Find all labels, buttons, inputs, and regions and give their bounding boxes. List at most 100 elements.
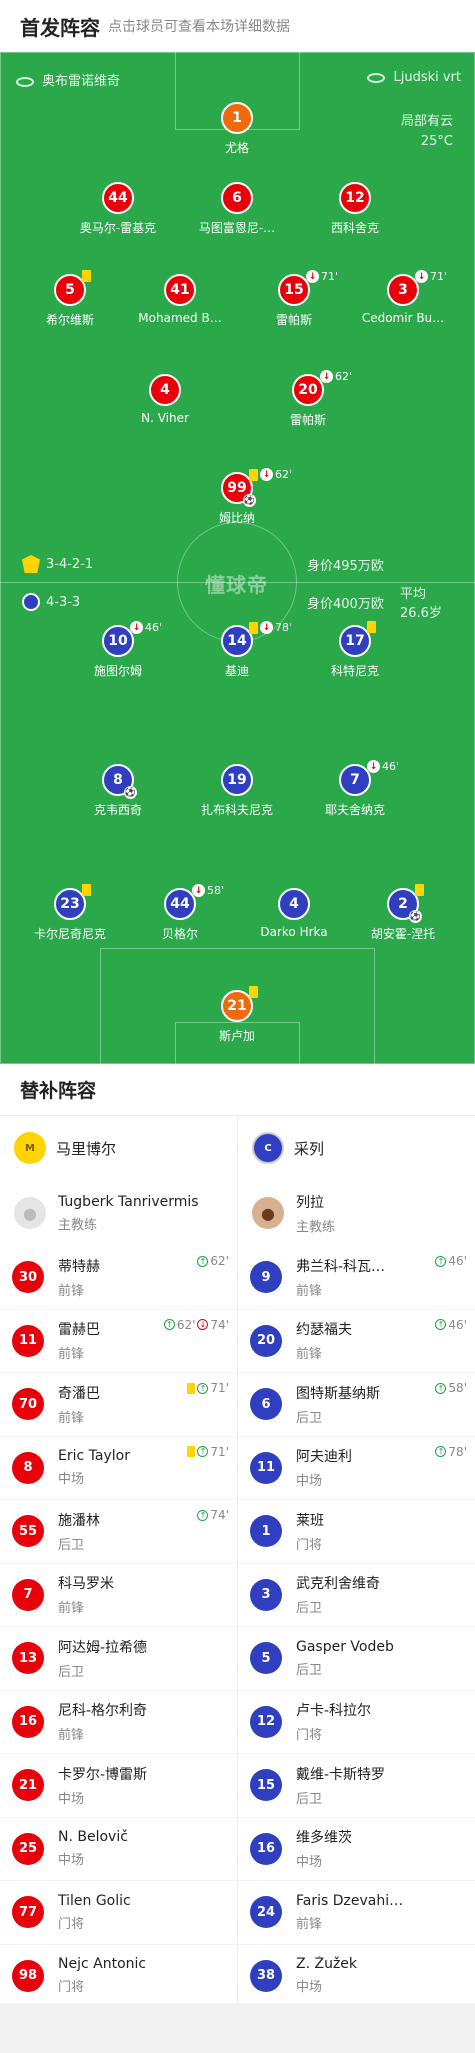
home-sub-row[interactable]: 16 尼科-格尔利奇 前锋 (0, 1691, 237, 1754)
sub-info: 武克利舍维奇 后卫 (296, 1573, 380, 1616)
away-player[interactable]: 17 科特尼克 (295, 621, 415, 679)
player-events: ↓ 58' (192, 884, 224, 897)
sub-out-minute: 74' (210, 1317, 229, 1332)
home-player[interactable]: 15 ↓ 71' 雷帕斯 (234, 270, 354, 328)
player-name: 雷帕斯 (275, 313, 312, 327)
away-sub-row[interactable]: 16 维多维茨 中场 (238, 1818, 475, 1881)
player-events: ↓ 71' (306, 270, 338, 283)
away-sub-row[interactable]: 20 约瑟福夫 前锋 ↑ 46' (238, 1310, 475, 1373)
home-player[interactable]: 41 Mohamed B… (120, 274, 240, 325)
player-name: 科特尼克 (330, 664, 379, 678)
away-coach-name: 列拉 (296, 1194, 324, 1211)
home-sub-row[interactable]: 70 奇潘巴 前锋 ↑ 71' (0, 1373, 237, 1437)
away-player[interactable]: 10 ↓ 46' 施图尔姆 (58, 621, 178, 679)
away-sub-row[interactable]: 15 戴维-卡斯特罗 后卫 (238, 1754, 475, 1818)
away-player[interactable]: 8 ⚽ 克韦西奇 (58, 764, 178, 818)
home-player[interactable]: 4 N. Viher (105, 374, 225, 425)
sub-name: 维多维茨 (296, 1830, 352, 1847)
away-sub-row[interactable]: 1 莱班 门将 (238, 1500, 475, 1564)
home-sub-row[interactable]: 77 Tilen Golic 门将 (0, 1881, 237, 1945)
home-crest-icon (22, 555, 40, 573)
home-sub-row[interactable]: 8 Eric Taylor 中场 ↑ 71' (0, 1437, 237, 1500)
player-number-badge: 5 (54, 270, 91, 306)
home-sub-row[interactable]: 11 雷赫巴 前锋 ↑ 62' ↓ 74' (0, 1310, 237, 1373)
home-sub-row[interactable]: 98 Nejc Antonic 门将 (0, 1945, 237, 2008)
home-player[interactable]: 6 马图富恩尼-… (177, 182, 297, 236)
sub-number-badge: 98 (12, 1959, 44, 1992)
away-sub-row[interactable]: 12 卢卡-科拉尔 门将 (238, 1691, 475, 1754)
home-player[interactable]: 5 希尔维斯 (10, 270, 130, 328)
home-player[interactable]: 3 ↓ 71' Cedomir Bu… (343, 270, 463, 325)
away-sub-row[interactable]: 9 弗兰科-科瓦… 前锋 ↑ 46' (238, 1246, 475, 1310)
sub-info: 莱班 门将 (296, 1510, 324, 1553)
player-number: 3 (398, 282, 408, 298)
away-sub-row[interactable]: 38 Z. Žužek 中场 (238, 1945, 475, 2008)
home-player[interactable]: 44 奥马尔-雷基克 (58, 182, 178, 236)
away-sub-row[interactable]: 6 图特斯基纳斯 后卫 ↑ 58' (238, 1373, 475, 1437)
player-number-badge: 2 ⚽ (387, 884, 424, 923)
lineup-header: 首发阵容 点击球员可查看本场详细数据 (0, 0, 475, 52)
goal-ball-icon: ⚽ (409, 910, 422, 923)
sub-events: ↑ 71' (187, 1445, 229, 1459)
sub-in-icon: ↑ (197, 1382, 209, 1394)
home-player[interactable]: 12 西科舍克 (295, 182, 415, 236)
player-name: 姆比纳 (218, 511, 255, 525)
away-player[interactable]: 4 Darko Hrka (234, 888, 354, 939)
sub-out-icon: ↓ (197, 1319, 209, 1330)
home-subs-team[interactable]: M 马里博尔 (0, 1116, 237, 1180)
home-sub-row[interactable]: 7 科马罗米 前锋 (0, 1564, 237, 1627)
player-name: Mohamed B… (138, 311, 222, 325)
player-number: 19 (227, 772, 247, 788)
away-player[interactable]: 44 ↓ 58' 贝格尔 (120, 884, 240, 942)
player-events: ↓ 71' (415, 270, 447, 283)
sub-number-badge: 20 (250, 1324, 282, 1357)
sub-number-badge: 11 (250, 1451, 282, 1484)
home-player[interactable]: 99 ↓ 62' ⚽ 姆比纳 (177, 468, 297, 526)
away-player[interactable]: 21 斯卢加 (177, 986, 297, 1044)
home-sub-row[interactable]: 55 施潘林 后卫 ↑ 74' (0, 1500, 237, 1564)
player-name: Darko Hrka (260, 925, 328, 939)
away-formation: 4-3-3 (46, 594, 81, 610)
player-events (82, 884, 91, 896)
away-player[interactable]: 7 ↓ 46' 耶夫舍纳克 (295, 760, 415, 818)
home-sub-row[interactable]: 13 阿达姆-拉希德 后卫 (0, 1627, 237, 1691)
player-name: 奥马尔-雷基克 (79, 221, 157, 235)
player-events: ↓ 62' (249, 468, 292, 481)
home-sub-row[interactable]: 25 N. Belovič 中场 (0, 1818, 237, 1881)
sub-name: Gasper Vodeb (296, 1638, 394, 1655)
away-sub-row[interactable]: 3 武克利舍维奇 后卫 (238, 1564, 475, 1627)
home-coach[interactable]: ● Tugberk Tanrivermis 主教练 (0, 1180, 237, 1246)
yellow-card-icon (187, 1382, 196, 1394)
home-sub-row[interactable]: 30 蒂特赫 前锋 ↑ 62' (0, 1246, 237, 1310)
player-number-badge: 44 ↓ 58' (164, 884, 224, 920)
away-player[interactable]: 2 ⚽ 胡安霍-涅托 (343, 884, 463, 942)
sub-out-icon: ↓ (306, 270, 319, 283)
player-number-badge: 1 (221, 102, 253, 134)
home-sub-row[interactable]: 21 卡罗尔-博雷斯 中场 (0, 1754, 237, 1818)
lineup-page: 首发阵容 点击球员可查看本场详细数据 奥布雷诺维奇 Ljudski vrt 局部… (0, 0, 475, 2053)
sub-number-badge: 15 (250, 1769, 282, 1802)
player-events: ↓ 46' (130, 621, 162, 634)
away-sub-row[interactable]: 11 阿夫迪利 中场 ↑ 78' (238, 1437, 475, 1500)
away-player[interactable]: 19 扎布科夫尼克 (177, 764, 297, 818)
away-player[interactable]: 14 ↓ 78' 基迪 (177, 621, 297, 679)
away-coach[interactable]: ● 列拉 主教练 (238, 1180, 475, 1246)
away-sub-row[interactable]: 24 Faris Dzevahi… 前锋 (238, 1881, 475, 1945)
home-player[interactable]: 1 尤格 (177, 102, 297, 156)
home-player[interactable]: 20 ↓ 62' 雷帕斯 (248, 370, 368, 428)
player-number-badge: 20 ↓ 62' (292, 370, 352, 406)
player-number: 7 (350, 772, 360, 788)
player-number: 4 (289, 896, 299, 912)
sub-in-minute: 74' (210, 1508, 229, 1522)
home-venue-name: 奥布雷诺维奇 (42, 74, 121, 89)
away-sub-row[interactable]: 5 Gasper Vodeb 后卫 (238, 1627, 475, 1691)
away-subs-team[interactable]: C 采列 (238, 1116, 475, 1180)
player-name: 斯卢加 (218, 1029, 255, 1043)
away-player[interactable]: 23 卡尔尼奇尼克 (10, 884, 130, 942)
player-name: 耶夫舍纳克 (324, 803, 385, 817)
sub-number-badge: 8 (12, 1451, 44, 1484)
player-number: 2 (398, 896, 408, 912)
sub-name: 阿达姆-拉希德 (58, 1639, 148, 1656)
player-number-badge: 15 ↓ 71' (278, 270, 338, 306)
stadium-icon (16, 76, 34, 87)
